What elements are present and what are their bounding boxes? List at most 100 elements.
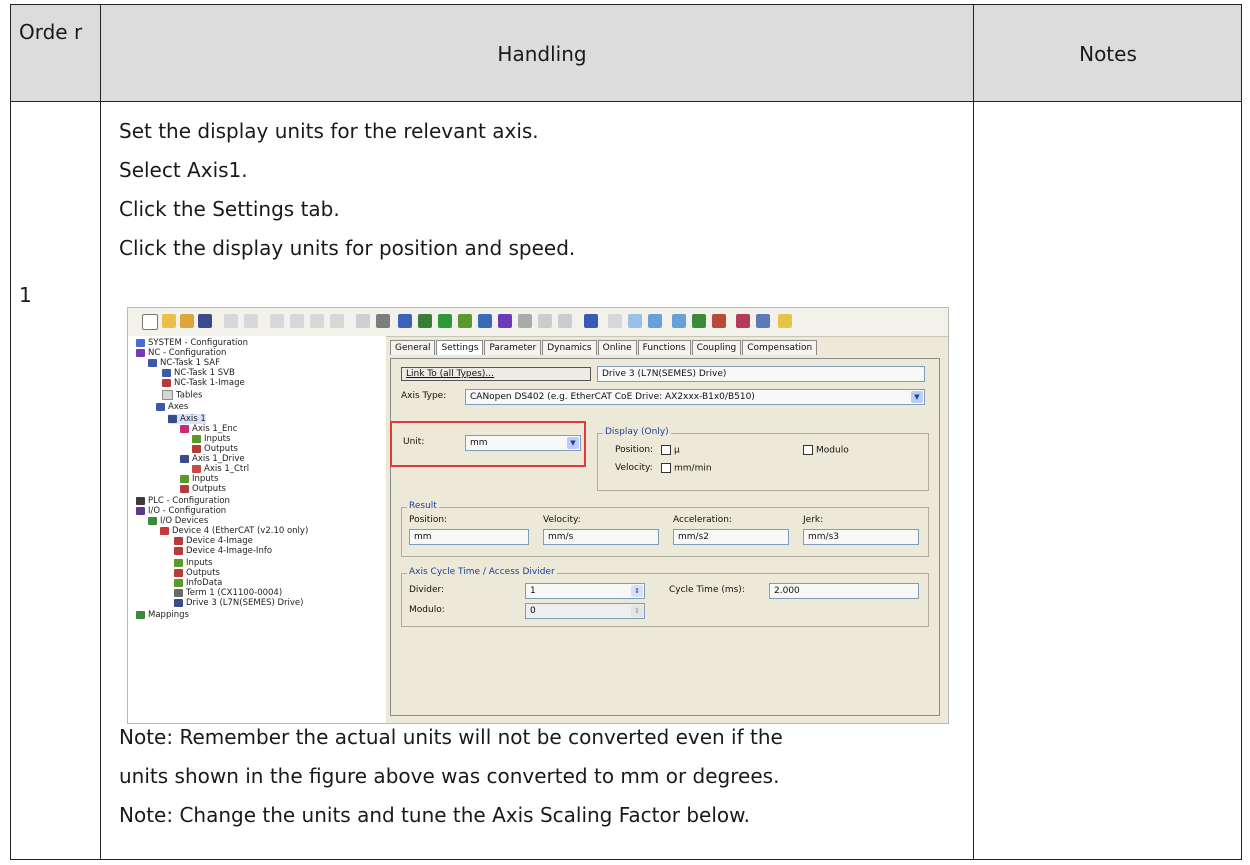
tab-parameter[interactable]: Parameter (484, 340, 542, 355)
encoder-icon (180, 424, 189, 433)
tab-settings[interactable]: Settings (436, 340, 484, 355)
tree-item[interactable]: Device 4-Image (174, 536, 253, 546)
tree-item[interactable]: Mappings (136, 610, 189, 620)
result-jerk-field: mm/s3 (803, 529, 919, 545)
divider-spinner[interactable]: 1 ⇕ (525, 583, 645, 599)
tree-item[interactable]: Axis 1_Ctrl (192, 464, 249, 474)
tree-item[interactable]: Axis 1_Drive (180, 454, 245, 464)
tree-item[interactable]: NC-Task 1 SAF (148, 358, 220, 368)
inputs-icon (192, 434, 201, 443)
tree-item[interactable]: NC-Task 1 SVB (162, 368, 235, 378)
plc-icon (136, 496, 145, 505)
link-value-field: Drive 3 (L7N(SEMES) Drive) (597, 366, 925, 382)
modulo-checkbox[interactable]: Modulo (803, 445, 849, 456)
system-icon (136, 338, 145, 347)
result-jerk-label: Jerk: (803, 515, 824, 525)
outputs-icon (174, 568, 183, 577)
tree-item[interactable]: Inputs (180, 474, 218, 484)
print-icon (224, 314, 238, 328)
chevron-down-icon: ▼ (911, 391, 923, 403)
tab-compensation[interactable]: Compensation (742, 340, 818, 355)
tab-functions[interactable]: Functions (637, 340, 691, 355)
tab-general[interactable]: General (390, 340, 436, 355)
step-text: Click the Settings tab. (119, 197, 340, 221)
find-icon (356, 314, 370, 328)
tree-item[interactable]: Drive 3 (L7N(SEMES) Drive) (174, 598, 303, 608)
modulo-spinner[interactable]: 0 ⇕ (525, 603, 645, 619)
cycle-time-label: Cycle Time (ms): (669, 585, 745, 595)
procedure-table: Orde r Handling Notes 1 Set the display … (10, 4, 1242, 860)
tree-item[interactable]: Outputs (174, 568, 220, 578)
note-text: units shown in the figure above was conv… (119, 764, 780, 788)
tree-item-axis-1[interactable]: Axis 1 (168, 414, 206, 424)
preview-icon (244, 314, 258, 328)
column-divider (100, 5, 101, 859)
table-icon (162, 390, 173, 400)
mappings-icon (136, 610, 145, 619)
tree-item[interactable]: I/O Devices (148, 516, 208, 526)
tree-item[interactable]: Inputs (174, 558, 212, 568)
tree-item[interactable]: Term 1 (CX1100-0004) (174, 588, 282, 598)
tree-item[interactable]: SYSTEM - Configuration (136, 338, 248, 348)
result-position-field: mm (409, 529, 529, 545)
result-velocity-label: Velocity: (543, 515, 581, 525)
position-checkbox[interactable]: µ (661, 445, 680, 456)
tree-item[interactable]: Outputs (192, 444, 238, 454)
tab-dynamics[interactable]: Dynamics (542, 340, 597, 355)
result-group-title: Result (407, 501, 439, 511)
spinner-arrows-icon: ⇕ (631, 585, 643, 597)
outputs-icon (180, 484, 189, 493)
step-text: Set the display units for the relevant a… (119, 119, 539, 143)
infodata-icon (174, 578, 183, 587)
tab-online[interactable]: Online (597, 340, 637, 355)
zoom-icon (628, 314, 642, 328)
axis-type-label: Axis Type: (401, 391, 447, 401)
activate-config-icon (398, 314, 412, 328)
target-icon (692, 314, 706, 328)
tree-item[interactable]: I/O - Configuration (136, 506, 226, 516)
step-text: Select Axis1. (119, 158, 248, 182)
settings-body: Link To (all Types)... Drive 3 (L7N(SEME… (390, 358, 940, 716)
tree-item[interactable]: Outputs (180, 484, 226, 494)
link-to-button[interactable]: Link To (all Types)... (401, 367, 591, 381)
tree-item[interactable]: Device 4-Image-Info (174, 546, 272, 556)
tab-coupling[interactable]: Coupling (691, 340, 742, 355)
note-text: Note: Remember the actual units will not… (119, 725, 783, 749)
column-divider (973, 5, 974, 859)
axis-type-select[interactable]: CANopen DS402 (e.g. EtherCAT CoE Drive: … (465, 389, 925, 405)
toolbar (128, 308, 948, 337)
step-text: Click the display units for position and… (119, 236, 576, 260)
tree-item[interactable]: PLC - Configuration (136, 496, 230, 506)
divider-label: Divider: (409, 585, 445, 595)
image-icon (162, 378, 171, 387)
tree-item[interactable]: NC-Task 1-Image (162, 378, 245, 388)
open-project-icon (180, 314, 194, 328)
cut-icon (270, 314, 284, 328)
result-velocity-field: mm/s (543, 529, 659, 545)
terminal-icon (174, 588, 183, 597)
open-folder-icon (162, 314, 176, 328)
row-order-number: 1 (19, 283, 32, 307)
binoculars-icon (376, 314, 390, 328)
outputs-icon (192, 444, 201, 453)
tree-item[interactable]: InfoData (174, 578, 222, 588)
tree-item[interactable]: Axis 1_Enc (180, 424, 237, 434)
tree-item[interactable]: Inputs (192, 434, 230, 444)
highlight-box (390, 421, 586, 467)
tree-item[interactable]: Axes (156, 402, 188, 412)
axis-icon (168, 414, 177, 423)
velocity-checkbox[interactable]: mm/min (661, 463, 712, 474)
cycle-group (401, 573, 929, 627)
display-group-title: Display (Only) (603, 427, 671, 437)
arrow-right-icon (558, 314, 572, 328)
tree-item[interactable]: Tables (162, 390, 202, 401)
paste-icon (310, 314, 324, 328)
ads-icon (648, 314, 662, 328)
tree-item[interactable]: NC - Configuration (136, 348, 226, 358)
task-icon (162, 368, 171, 377)
modulo-label: Modulo: (409, 605, 445, 615)
display-group (597, 433, 929, 491)
plc-icon (736, 314, 750, 328)
tree-item[interactable]: Device 4 (EtherCAT (v2.10 only) (160, 526, 308, 536)
twincat-screenshot: SYSTEM - Configuration NC - Configuratio… (127, 307, 949, 724)
